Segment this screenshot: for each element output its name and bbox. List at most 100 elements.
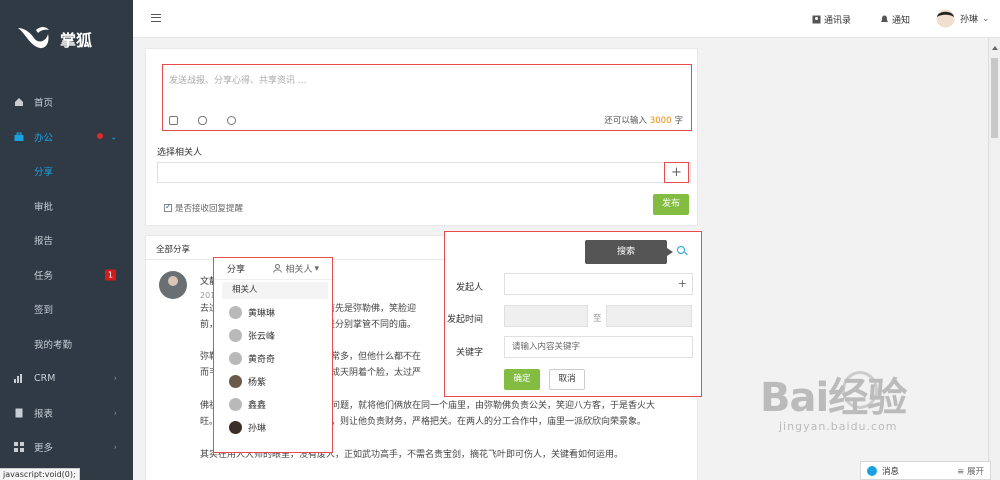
briefcase-icon	[14, 132, 24, 141]
sidebar-item-share[interactable]: 分享	[0, 154, 133, 189]
receipt-reminder-checkbox[interactable]	[164, 202, 172, 212]
chevron-right-icon: ›	[113, 408, 117, 418]
scroll-up-arrow-icon[interactable]	[992, 46, 998, 50]
char-counter: 还可以输入 3000 字	[604, 114, 683, 126]
paragraph-fragment: 非成天阴着个脸，太过严	[322, 368, 422, 378]
paragraph-fragment: 个问题，就将他们俩放在同一个庙里，由弥勒佛负责公关，笑迎八方客，于是香火大	[322, 401, 656, 411]
dropdown-person[interactable]: 黄琳琳	[214, 301, 332, 324]
watermark: Bai经验	[760, 375, 907, 421]
paragraph-fragment: 是分别掌管不同的庙。	[326, 320, 417, 330]
menu-icon[interactable]	[151, 14, 161, 22]
sidebar-item-approval[interactable]: 审批	[0, 189, 133, 224]
related-people-input[interactable]	[157, 162, 691, 183]
dropdown-person[interactable]: 孙琳	[214, 416, 332, 439]
chat-icon	[867, 465, 877, 476]
sidebar-item-label: CRM	[34, 372, 56, 384]
compose-toolbar	[169, 116, 236, 125]
sidebar-item-checkin[interactable]: 签到	[0, 292, 133, 327]
dropdown-group-header: 相关人	[222, 282, 328, 299]
scrollbar[interactable]	[988, 38, 1000, 480]
brand-name: 掌狐	[60, 31, 93, 50]
book-icon	[15, 408, 23, 418]
fox-logo-icon	[18, 27, 49, 49]
sidebar-item-label: 报告	[34, 236, 54, 248]
sidebar-item-crm[interactable]: CRM ›	[0, 361, 133, 396]
bell-icon	[881, 15, 888, 22]
user-name: 孙琳	[960, 15, 979, 25]
person-name: 张云峰	[248, 332, 276, 342]
initiator-label: 发起人	[456, 283, 484, 293]
dropdown-person[interactable]: 黄奇奇	[214, 347, 332, 370]
sidebar-item-attendance[interactable]: 我的考勤	[0, 327, 133, 362]
counter-suffix: 字	[674, 116, 683, 126]
dropdown-person[interactable]: 张云峰	[214, 324, 332, 347]
keyword-input[interactable]: 请输入内容关键字	[504, 336, 693, 358]
sidebar-item-more[interactable]: 更多 ›	[0, 430, 133, 465]
range-separator: 至	[593, 314, 602, 324]
cancel-button[interactable]: 取消	[549, 369, 585, 390]
search-button[interactable]: 搜索	[585, 240, 673, 264]
notifications-link[interactable]: 通知	[880, 13, 910, 26]
receipt-reminder-row[interactable]: 是否接收回复提醒	[164, 202, 243, 214]
add-related-button[interactable]: +	[664, 162, 689, 183]
avatar	[229, 306, 242, 319]
sidebar: 掌狐 首页 办公 ⌄ 分享 审批 报告 任务 1 签到 我的考勤 CRM › 报…	[0, 0, 133, 480]
contacts-link[interactable]: 通讯录	[812, 13, 851, 26]
start-time-input[interactable]	[504, 305, 588, 327]
avatar	[229, 329, 242, 342]
sidebar-item-label: 签到	[34, 305, 54, 317]
person-name: 黄奇奇	[248, 355, 276, 365]
scrollbar-thumb[interactable]	[991, 58, 998, 138]
topbar: 通讯录 通知 孙琳 ⌄	[133, 0, 1000, 38]
home-icon	[15, 98, 23, 107]
sidebar-item-office[interactable]: 办公 ⌄	[0, 120, 133, 155]
dropdown-person[interactable]: 杨紫	[214, 370, 332, 393]
image-icon[interactable]	[169, 116, 178, 125]
caret-down-icon: ▾	[314, 263, 319, 274]
emoji-icon[interactable]	[227, 116, 236, 125]
counter-prefix: 还可以输入	[604, 116, 647, 126]
sidebar-item-reports[interactable]: 报表 ›	[0, 396, 133, 431]
dropdown-person[interactable]: 鑫鑫	[214, 393, 332, 416]
person-icon	[273, 264, 283, 273]
person-name: 黄琳琳	[248, 309, 276, 319]
chevron-down-icon: ⌄	[110, 132, 117, 142]
attachment-icon[interactable]	[198, 116, 207, 125]
search-panel: 搜索 发起人 + 发起时间 至 关键字 请输入内容关键字 确定 取消	[444, 231, 702, 397]
search-icon[interactable]	[677, 246, 685, 254]
add-initiator-button[interactable]: +	[678, 274, 687, 294]
avatar	[936, 9, 955, 28]
sidebar-item-label: 任务	[34, 270, 54, 282]
avatar	[229, 421, 242, 434]
sidebar-item-task[interactable]: 任务 1	[0, 258, 133, 293]
message-label: 消息	[882, 466, 900, 477]
notifications-label: 通知	[892, 16, 911, 26]
sidebar-item-report[interactable]: 报告	[0, 223, 133, 258]
compose-textarea[interactable]: 发送战报、分享心得、共享资讯 ... 还可以输入 3000 字	[162, 64, 692, 131]
task-count-badge: 1	[104, 269, 116, 281]
avatar	[229, 352, 242, 365]
compose-card: 发送战报、分享心得、共享资讯 ... 还可以输入3000字 选择相关人 + 是否…	[145, 48, 698, 226]
user-menu[interactable]: 孙琳 ⌄	[936, 9, 990, 28]
paragraph-fragment: 致，则让他负责财务，严格把关。在两人的分工合作中，庙里一派欣欣向荣景象。	[322, 417, 647, 427]
grid-icon	[14, 442, 24, 453]
confirm-button[interactable]: 确定	[504, 369, 540, 390]
person-name: 孙琳	[248, 424, 267, 434]
logo[interactable]: 掌狐	[0, 0, 133, 78]
author-avatar[interactable]	[159, 271, 187, 299]
paragraph-fragment: 首先是弥勒佛，笑脸迎	[326, 304, 417, 314]
chevron-down-icon: ⌄	[982, 13, 990, 24]
dropdown-tab-share[interactable]: 分享	[227, 262, 245, 275]
related-people-dropdown: 分享 相关人 ▾ 相关人 黄琳琳 张云峰 黄奇奇 杨紫 鑫鑫 孙琳	[213, 257, 333, 453]
compose-placeholder: 发送战报、分享心得、共享资讯 ...	[169, 76, 307, 86]
avatar	[229, 375, 242, 388]
dropdown-tab-related[interactable]: 相关人 ▾	[273, 262, 319, 275]
sidebar-item-label: 分享	[34, 167, 54, 179]
expand-messages-button[interactable]: ≡ 展开	[957, 465, 984, 477]
publish-button[interactable]: 发布	[653, 194, 689, 215]
end-time-input[interactable]	[606, 305, 692, 327]
message-bar[interactable]: 消息 ≡ 展开	[860, 461, 991, 480]
sidebar-item-label: 首页	[34, 98, 54, 110]
sidebar-item-home[interactable]: 首页	[0, 85, 133, 120]
initiator-input[interactable]: +	[504, 273, 693, 295]
